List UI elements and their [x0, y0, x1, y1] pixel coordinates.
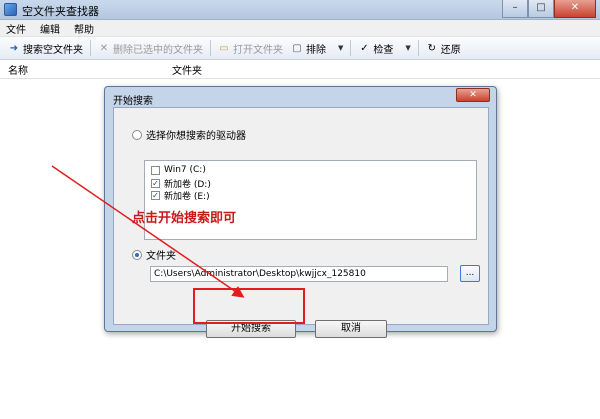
start-search-button[interactable]: 开始搜索: [206, 320, 296, 338]
drives-option[interactable]: 选择你想搜索的驱动器: [132, 127, 246, 142]
toolbar-separator: [417, 40, 419, 56]
check-label: 检查: [373, 44, 394, 56]
delete-selected-button[interactable]: ✕ 删除已选中的文件夹: [94, 38, 207, 58]
delete-selected-label: 删除已选中的文件夹: [113, 44, 203, 56]
search-folders-label: 搜索空文件夹: [23, 44, 83, 56]
cancel-button[interactable]: 取消: [315, 320, 387, 338]
drive-item[interactable]: ✓ 新加卷 (E:): [151, 189, 210, 202]
menu-bar: 文件 编辑 帮助: [0, 20, 600, 36]
minimize-button[interactable]: –: [502, 0, 528, 18]
dropdown-arrow-icon[interactable]: ▼: [338, 44, 343, 52]
window-title: 空文件夹查找器: [22, 5, 99, 18]
arrow-right-icon: ➜: [9, 42, 19, 54]
open-folder-label: 打开文件夹: [233, 44, 283, 56]
toolbar: ➜ 搜索空文件夹 ✕ 删除已选中的文件夹 ▭ 打开文件夹 ▢ 排除 ▼ ✓ 检查…: [0, 36, 600, 60]
menu-edit[interactable]: 编辑: [40, 21, 60, 36]
folder-path-input[interactable]: C:\Users\Administrator\Desktop\kwjjcx_12…: [150, 266, 448, 282]
folder-icon: ▭: [219, 42, 229, 54]
search-folders-button[interactable]: ➜ 搜索空文件夹: [4, 38, 87, 58]
drives-radio[interactable]: [132, 129, 142, 140]
dropdown-arrow-icon[interactable]: ▼: [405, 44, 410, 52]
drive-checkbox[interactable]: [151, 165, 160, 175]
folder-option-label: 文件夹: [146, 251, 176, 262]
column-folder[interactable]: 文件夹: [172, 62, 202, 77]
column-name[interactable]: 名称: [8, 62, 28, 77]
maximize-button[interactable]: □: [528, 0, 554, 18]
drive-checkbox[interactable]: ✓: [151, 191, 160, 200]
app-icon: [4, 3, 17, 16]
menu-file[interactable]: 文件: [6, 21, 26, 36]
window-controls: – □ ✕: [502, 0, 596, 18]
checkmark-icon: ✓: [360, 42, 369, 54]
drive-item[interactable]: Win7 (C:): [151, 165, 206, 175]
restore-button[interactable]: ↻ 还原: [422, 38, 465, 58]
exclude-button[interactable]: ▢ 排除 ▼: [287, 38, 347, 58]
search-dialog: 开始搜索 ✕ 选择你想搜索的驱动器 Win7 (C:) ✓ 新加卷 (D:) ✓…: [104, 86, 497, 338]
drives-option-label: 选择你想搜索的驱动器: [146, 131, 246, 142]
folder-option[interactable]: 文件夹: [132, 247, 176, 262]
toolbar-separator: [210, 40, 211, 56]
open-folder-button[interactable]: ▭ 打开文件夹: [214, 38, 287, 58]
drive-label: 新加卷 (E:): [164, 192, 210, 202]
drive-list: Win7 (C:) ✓ 新加卷 (D:) ✓ 新加卷 (E:): [144, 160, 477, 240]
browse-button[interactable]: ...: [460, 265, 480, 282]
restore-label: 还原: [440, 44, 461, 56]
folder-radio[interactable]: [132, 249, 142, 260]
drive-checkbox[interactable]: ✓: [151, 179, 160, 188]
dialog-close-button[interactable]: ✕: [456, 88, 490, 102]
filter-icon: ▢: [292, 42, 302, 54]
delete-x-icon: ✕: [99, 42, 109, 54]
close-button[interactable]: ✕: [554, 0, 596, 18]
dialog-body: 选择你想搜索的驱动器 Win7 (C:) ✓ 新加卷 (D:) ✓ 新加卷 (E…: [113, 107, 489, 338]
title-bar: 空文件夹查找器 – □ ✕: [0, 0, 600, 20]
check-button[interactable]: ✓ 检查 ▼: [354, 38, 414, 58]
dialog-title: 开始搜索: [113, 96, 153, 107]
exclude-label: 排除: [306, 44, 326, 56]
drive-label: Win7 (C:): [164, 165, 206, 175]
menu-help[interactable]: 帮助: [74, 21, 94, 36]
toolbar-separator: [90, 40, 91, 56]
toolbar-separator: [350, 40, 352, 56]
list-header: 名称 文件夹: [0, 61, 600, 79]
refresh-icon: ↻: [427, 42, 436, 54]
